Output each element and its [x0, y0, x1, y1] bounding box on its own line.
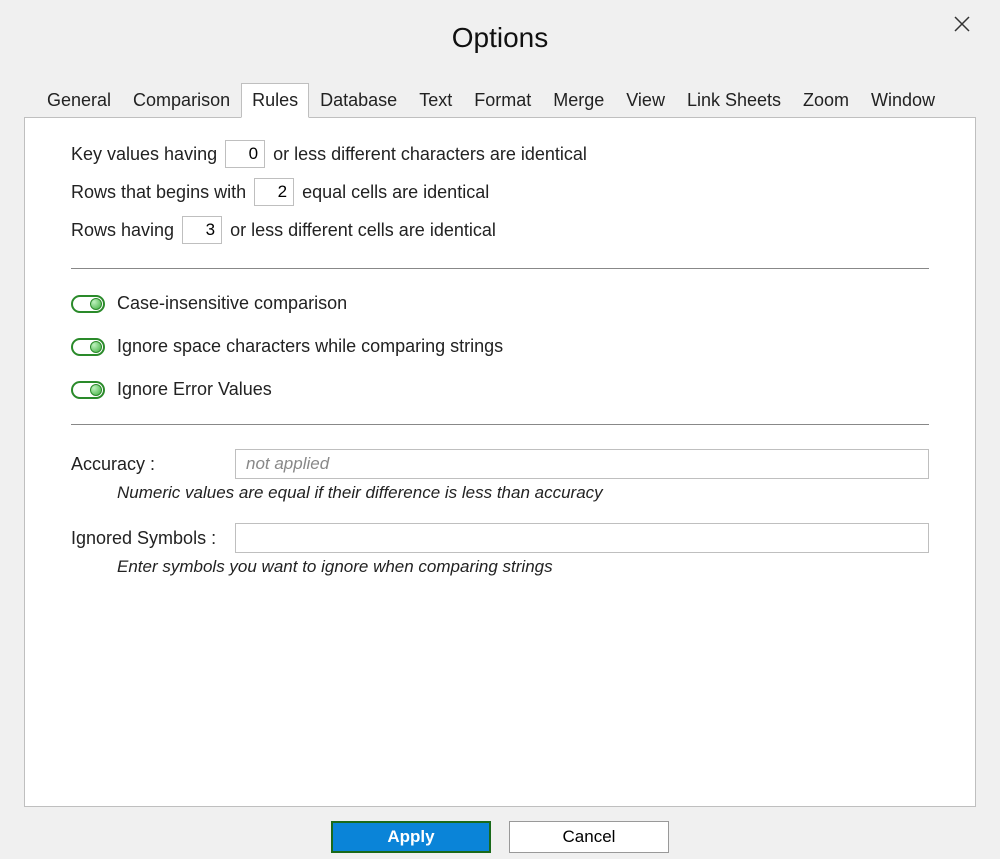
divider-2: [71, 424, 929, 425]
tab-window[interactable]: Window: [860, 83, 946, 118]
divider-1: [71, 268, 929, 269]
tabs-bar: General Comparison Rules Database Text F…: [0, 82, 1000, 117]
ignored-symbols-input[interactable]: [235, 523, 929, 553]
ignored-symbols-hint: Enter symbols you want to ignore when co…: [117, 557, 929, 577]
toggle-knob-icon: [90, 341, 102, 353]
tab-view[interactable]: View: [615, 83, 676, 118]
rows-having-input[interactable]: [182, 216, 222, 244]
rules-panel: Key values having or less different char…: [24, 117, 976, 807]
tab-zoom[interactable]: Zoom: [792, 83, 860, 118]
toggle-case-insensitive-label: Case-insensitive comparison: [117, 293, 347, 314]
tab-link-sheets[interactable]: Link Sheets: [676, 83, 792, 118]
close-button[interactable]: [948, 10, 976, 38]
tab-comparison[interactable]: Comparison: [122, 83, 241, 118]
toggle-ignore-errors-row: Ignore Error Values: [71, 379, 929, 400]
rule-rows-begin-pre: Rows that begins with: [71, 182, 246, 203]
rule-rows-having-post: or less different cells are identical: [230, 220, 496, 241]
tab-text[interactable]: Text: [408, 83, 463, 118]
rule-key-values-post: or less different characters are identic…: [273, 144, 587, 165]
apply-button[interactable]: Apply: [331, 821, 491, 853]
rule-rows-begin-post: equal cells are identical: [302, 182, 489, 203]
toggle-ignore-space[interactable]: [71, 338, 105, 356]
rule-rows-having: Rows having or less different cells are …: [71, 216, 929, 244]
ignored-symbols-label: Ignored Symbols :: [71, 528, 221, 549]
tab-database[interactable]: Database: [309, 83, 408, 118]
close-icon: [954, 16, 970, 32]
options-window: Options General Comparison Rules Databas…: [0, 0, 1000, 859]
accuracy-input[interactable]: [235, 449, 929, 479]
toggle-ignore-space-row: Ignore space characters while comparing …: [71, 336, 929, 357]
ignored-symbols-row: Ignored Symbols :: [71, 523, 929, 553]
rows-begin-input[interactable]: [254, 178, 294, 206]
toggle-knob-icon: [90, 298, 102, 310]
toggle-ignore-space-label: Ignore space characters while comparing …: [117, 336, 503, 357]
tab-rules[interactable]: Rules: [241, 83, 309, 118]
rule-key-values: Key values having or less different char…: [71, 140, 929, 168]
rule-key-values-pre: Key values having: [71, 144, 217, 165]
toggle-case-insensitive-row: Case-insensitive comparison: [71, 293, 929, 314]
rule-rows-begin: Rows that begins with equal cells are id…: [71, 178, 929, 206]
key-values-input[interactable]: [225, 140, 265, 168]
tab-merge[interactable]: Merge: [542, 83, 615, 118]
tab-format[interactable]: Format: [463, 83, 542, 118]
dialog-footer: Apply Cancel: [0, 821, 1000, 853]
dialog-title: Options: [0, 0, 1000, 54]
accuracy-row: Accuracy :: [71, 449, 929, 479]
toggle-ignore-errors[interactable]: [71, 381, 105, 399]
rule-rows-having-pre: Rows having: [71, 220, 174, 241]
toggle-case-insensitive[interactable]: [71, 295, 105, 313]
accuracy-label: Accuracy :: [71, 454, 221, 475]
cancel-button[interactable]: Cancel: [509, 821, 669, 853]
accuracy-hint: Numeric values are equal if their differ…: [117, 483, 929, 503]
toggle-ignore-errors-label: Ignore Error Values: [117, 379, 272, 400]
tab-general[interactable]: General: [36, 83, 122, 118]
toggle-knob-icon: [90, 384, 102, 396]
